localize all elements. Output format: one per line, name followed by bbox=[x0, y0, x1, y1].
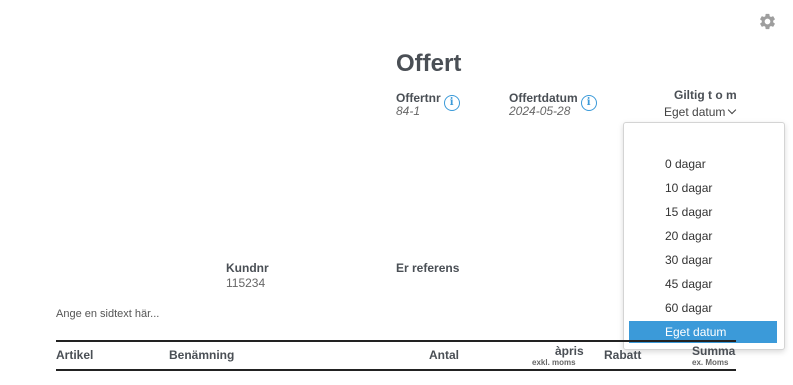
kundnr-value: 115234 bbox=[226, 276, 266, 290]
offertdatum-label-text: Offertdatum bbox=[509, 91, 578, 105]
dropdown-option-0-dagar[interactable]: 0 dagar bbox=[629, 153, 777, 175]
column-antal: Antal bbox=[429, 348, 459, 362]
offer-page: Offert Offertnr i 84-1 Offertdatum i 2024-… bbox=[0, 0, 793, 385]
column-apris-sub: exkl. moms bbox=[532, 358, 576, 367]
dropdown-option-30-dagar[interactable]: 30 dagar bbox=[629, 249, 777, 271]
column-rabatt: Rabatt bbox=[604, 348, 642, 362]
validity-label: Giltig t o m bbox=[674, 88, 737, 102]
reference-label: Er referens bbox=[396, 261, 460, 275]
column-apris: àpris bbox=[555, 344, 584, 358]
column-summa: Summa bbox=[692, 344, 736, 358]
dropdown-option-10-dagar[interactable]: 10 dagar bbox=[629, 177, 777, 199]
offertdatum-value: 2024-05-28 bbox=[509, 104, 571, 118]
offertnr-label-text: Offertnr bbox=[396, 91, 441, 105]
validity-selected-value: Eget datum bbox=[664, 105, 726, 119]
dropdown-option-20-dagar[interactable]: 20 dagar bbox=[629, 225, 777, 247]
dropdown-option-60-dagar[interactable]: 60 dagar bbox=[629, 297, 777, 319]
gear-icon[interactable] bbox=[758, 12, 777, 31]
dropdown-option-15-dagar[interactable]: 15 dagar bbox=[629, 201, 777, 223]
info-icon[interactable]: i bbox=[443, 95, 460, 111]
table-header-rule bbox=[56, 369, 736, 371]
sidetext-input[interactable]: Ange en sidtext här... bbox=[56, 308, 159, 320]
validity-select[interactable]: Eget datum bbox=[664, 105, 737, 119]
validity-dropdown: 0 dagar 10 dagar 15 dagar 20 dagar 30 da… bbox=[623, 122, 785, 350]
offertnr-value: 84-1 bbox=[396, 104, 421, 118]
column-benamning: Benämning bbox=[169, 348, 235, 362]
page-title: Offert bbox=[396, 50, 462, 77]
chevron-down-icon bbox=[728, 105, 737, 115]
column-summa-sub: ex. Moms bbox=[692, 358, 729, 367]
kundnr-label: Kundnr bbox=[226, 261, 269, 275]
table-top-rule bbox=[56, 340, 736, 342]
info-icon[interactable]: i bbox=[580, 95, 597, 111]
column-artikel: Artikel bbox=[56, 348, 94, 362]
dropdown-option-45-dagar[interactable]: 45 dagar bbox=[629, 273, 777, 295]
